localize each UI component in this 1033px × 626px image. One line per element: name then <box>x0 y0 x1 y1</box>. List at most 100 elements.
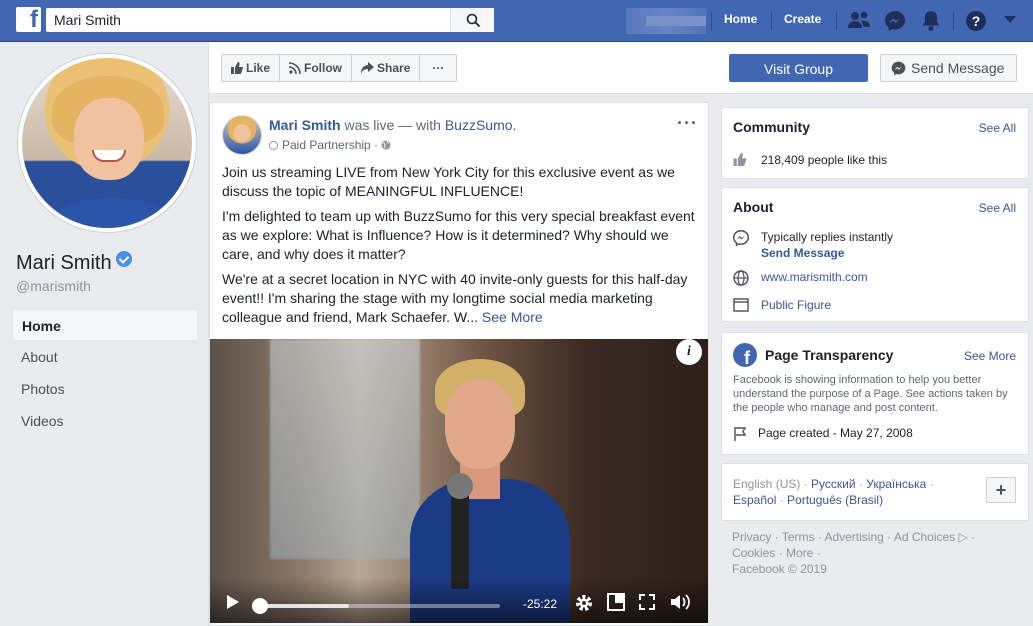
settings-gear-icon[interactable] <box>574 593 594 613</box>
messenger-icon <box>891 61 906 76</box>
about-title: About <box>733 199 774 215</box>
language-current: English (US) <box>733 477 801 491</box>
left-nav-about[interactable]: About <box>12 341 198 373</box>
video-progress-fill <box>260 604 349 608</box>
globe-icon <box>733 270 749 286</box>
messenger-icon[interactable] <box>884 10 906 32</box>
about-category-link[interactable]: Public Figure <box>761 298 831 312</box>
community-title: Community <box>733 119 810 135</box>
page-footer: Privacy · Terms · Advertising · Ad Choic… <box>732 529 1022 577</box>
language-russian[interactable]: Русский <box>811 477 856 491</box>
friends-icon[interactable] <box>847 10 871 32</box>
video-player[interactable]: i -25:22 <box>210 339 708 623</box>
post-body: Join us streaming LIVE from New York Cit… <box>222 163 700 333</box>
thumbs-up-icon <box>231 62 243 74</box>
video-microphone <box>447 473 473 589</box>
search-input[interactable] <box>46 8 450 32</box>
nav-separator <box>711 12 712 30</box>
post-paragraph-1: Join us streaming LIVE from New York Cit… <box>222 164 675 199</box>
post-paragraph-3: We're at a secret location in NYC with 4… <box>222 270 700 327</box>
about-card: About See All Typically replies instantl… <box>721 187 1029 322</box>
nav-separator <box>953 12 954 30</box>
facebook-circle-icon: f <box>733 343 757 367</box>
footer-links-line-1[interactable]: Privacy · Terms · Advertising · Ad Choic… <box>732 529 1022 545</box>
video-time-remaining: -25:22 <box>523 597 558 611</box>
search-box <box>46 8 494 32</box>
left-nav-videos[interactable]: Videos <box>12 405 198 437</box>
page-created-text: Page created - May 27, 2008 <box>758 426 913 440</box>
follow-label: Follow <box>304 61 343 75</box>
post-author-link[interactable]: Mari Smith <box>269 117 341 133</box>
language-portuguese[interactable]: Português (Brasil) <box>787 493 883 507</box>
language-spanish[interactable]: Español <box>733 493 776 507</box>
facebook-logo-icon[interactable]: f <box>16 6 41 33</box>
page-action-bar: Like Follow Share ··· Visit Group Send M… <box>209 42 1033 94</box>
fullscreen-icon[interactable] <box>639 594 655 610</box>
post-with-link[interactable]: BuzzSumo. <box>445 117 517 133</box>
avatar-face <box>74 98 144 180</box>
post-verb: was live — with <box>340 117 445 133</box>
follow-button[interactable]: Follow <box>280 55 353 81</box>
footer-links-line-2[interactable]: Cookies · More · <box>732 545 1022 561</box>
notifications-bell-icon[interactable] <box>921 10 941 32</box>
post-paragraph-2: I'm delighted to team up with BuzzSumo f… <box>222 208 695 262</box>
search-icon <box>466 13 481 28</box>
account-menu-caret-icon[interactable] <box>1004 16 1016 24</box>
about-see-all-link[interactable]: See All <box>979 201 1016 215</box>
more-actions-button[interactable]: ··· <box>420 55 456 81</box>
send-message-label: Send Message <box>911 60 1005 76</box>
page-title[interactable]: Mari Smith <box>16 251 132 275</box>
share-arrow-icon <box>361 62 375 74</box>
languages-list: English (US) · Русский · Українська · Es… <box>733 477 934 507</box>
globe-icon <box>381 140 391 150</box>
transparency-description: Facebook is showing information to help … <box>733 374 1008 414</box>
help-icon[interactable]: ? <box>965 10 987 32</box>
about-website-link[interactable]: www.marismith.com <box>761 270 868 284</box>
thumbs-up-icon <box>733 153 747 166</box>
volume-icon[interactable] <box>670 593 692 611</box>
paid-partnership-label[interactable]: Paid Partnership <box>282 138 371 152</box>
page-name-text: Mari Smith <box>16 252 112 274</box>
post-options-button[interactable]: ··· <box>677 113 698 134</box>
page-actions-group: Like Follow Share ··· <box>221 54 458 82</box>
video-controls: -25:22 <box>210 577 708 623</box>
nav-separator <box>836 12 837 30</box>
post-card: Mari Smith was live — with BuzzSumo. Pai… <box>209 102 709 626</box>
top-bar: f Home Create ? <box>0 0 1033 42</box>
page-category-icon <box>733 298 749 312</box>
share-button[interactable]: Share <box>352 55 421 81</box>
about-replies-text: Typically replies instantly <box>761 230 894 244</box>
like-label: Like <box>246 61 271 75</box>
search-button[interactable] <box>450 8 494 32</box>
messenger-icon <box>733 230 749 246</box>
post-author-avatar[interactable] <box>222 115 262 155</box>
left-nav-photos[interactable]: Photos <box>12 373 198 405</box>
profile-picture[interactable] <box>18 54 196 232</box>
play-icon[interactable] <box>226 594 240 610</box>
transparency-title: Page Transparency <box>765 347 894 363</box>
community-card: Community See All 218,409 people like th… <box>721 107 1029 179</box>
page-transparency-card: f Page Transparency See More Facebook is… <box>721 332 1029 455</box>
post-subheader: Paid Partnership · <box>269 138 391 152</box>
nav-home[interactable]: Home <box>724 12 757 26</box>
transparency-see-more-link[interactable]: See More <box>964 349 1016 363</box>
rss-follow-icon <box>288 62 301 75</box>
share-label: Share <box>377 61 411 75</box>
add-language-button[interactable]: + <box>986 477 1016 503</box>
verified-badge-icon <box>115 251 132 267</box>
profile-link-blurred[interactable] <box>626 8 706 34</box>
like-button[interactable]: Like <box>222 55 281 81</box>
picture-in-picture-icon[interactable] <box>607 593 625 611</box>
about-send-message-link[interactable]: Send Message <box>761 246 844 260</box>
left-nav-home[interactable]: Home <box>12 309 198 341</box>
visit-group-button[interactable]: Visit Group <box>729 54 868 82</box>
avatar-dress <box>42 198 182 228</box>
send-message-button[interactable]: Send Message <box>880 54 1017 82</box>
see-more-link[interactable]: See More <box>482 309 543 325</box>
video-progress-bar[interactable] <box>252 598 500 614</box>
video-scrubber-handle[interactable] <box>252 598 268 614</box>
nav-create[interactable]: Create <box>784 12 821 26</box>
video-info-icon[interactable]: i <box>676 339 702 365</box>
community-see-all-link[interactable]: See All <box>979 121 1016 135</box>
language-ukrainian[interactable]: Українська <box>866 477 926 491</box>
